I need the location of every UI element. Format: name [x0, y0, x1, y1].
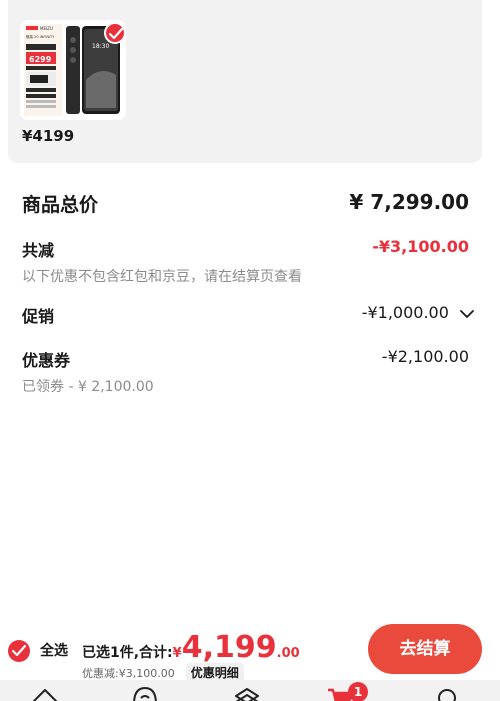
- home-icon[interactable]: [30, 684, 60, 701]
- product-selected-checkbox[interactable]: [104, 22, 126, 44]
- svg-text:MEIZU: MEIZU: [40, 26, 53, 31]
- coupon-label: 优惠券: [22, 351, 71, 370]
- svg-text:18:30: 18:30: [92, 43, 109, 50]
- svg-text:6299: 6299: [29, 55, 52, 64]
- checkout-button[interactable]: 去结算: [368, 624, 482, 674]
- selected-total: 已选1件,合计:¥4,199.00: [82, 630, 300, 665]
- reduction-label: 共减: [22, 241, 55, 260]
- total-price-row: 商品总价 ¥ 7,299.00: [22, 190, 469, 218]
- coupon-note: 已领券 - ¥ 2,100.00: [22, 379, 154, 395]
- discount-text: 优惠减:¥3,100.00: [82, 667, 175, 680]
- selected-product-card[interactable]: MEIZU 魅族 20 INFINITY 6299 18:30 ¥4199: [8, 0, 482, 163]
- coupon-row: 优惠券 -¥2,100.00: [22, 347, 469, 371]
- currency-symbol: ¥: [172, 646, 182, 661]
- discover-icon[interactable]: [232, 684, 262, 701]
- profile-icon[interactable]: [432, 684, 462, 701]
- total-amount-integer: 4,199: [181, 630, 277, 665]
- chevron-down-icon[interactable]: [460, 309, 474, 318]
- promotion-value: -¥1,000.00: [361, 303, 449, 322]
- reduction-note: 以下优惠不包含红包和京豆，请在结算页查看: [22, 269, 302, 285]
- reduction-row: 共减 -¥3,100.00: [22, 237, 469, 261]
- total-amount-decimal: .00: [276, 646, 300, 661]
- checkmark-icon: [12, 645, 26, 657]
- coupon-value: -¥2,100.00: [381, 347, 469, 366]
- select-all-checkbox[interactable]: [8, 640, 30, 662]
- selected-count-text: 已选1件,合计:: [82, 645, 173, 661]
- promotion-value-wrap[interactable]: -¥1,000.00: [362, 303, 474, 322]
- product-price: ¥4199: [22, 127, 75, 145]
- category-icon[interactable]: [130, 684, 160, 701]
- reduction-value: -¥3,100.00: [372, 237, 469, 256]
- promotion-label: 促销: [22, 307, 55, 326]
- select-all-label[interactable]: 全选: [40, 640, 68, 660]
- discount-summary: 优惠减:¥3,100.00 优惠明细: [82, 662, 244, 682]
- reduction-note-row: 以下优惠不包含红包和京豆，请在结算页查看: [22, 266, 469, 286]
- total-price-label: 商品总价: [22, 194, 99, 216]
- svg-text:魅族 20 INFINITY: 魅族 20 INFINITY: [26, 34, 55, 39]
- checkout-bar: 全选 已选1件,合计:¥4,199.00 优惠减:¥3,100.00 优惠明细 …: [0, 616, 500, 682]
- bottom-tab-bar: 1: [0, 680, 500, 701]
- checkmark-icon: [109, 28, 123, 40]
- cart-count-badge: 1: [348, 682, 368, 701]
- coupon-note-row: 已领券 - ¥ 2,100.00: [22, 376, 469, 396]
- promotion-row[interactable]: 促销 -¥1,000.00: [22, 303, 474, 327]
- total-price-value: ¥ 7,299.00: [349, 190, 469, 214]
